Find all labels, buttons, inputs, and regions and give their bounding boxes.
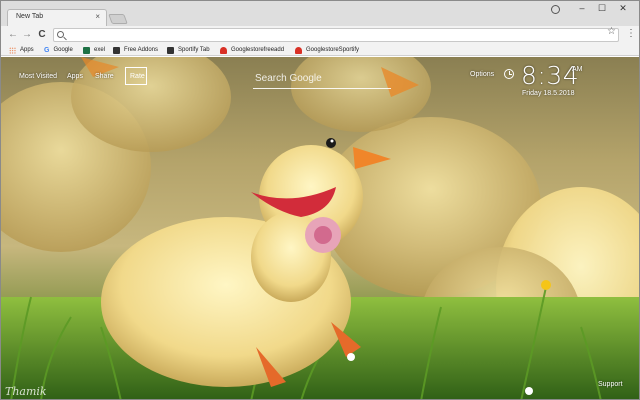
new-tab-page: Most Visited Apps Share Rate Options 8:3… — [1, 57, 639, 399]
clock-icon[interactable] — [504, 69, 514, 79]
minimize-button[interactable]: – — [573, 3, 591, 13]
support-link[interactable]: Support — [598, 381, 623, 388]
bookmark-googlestorefreeadd[interactable]: Googlestorefreeadd — [220, 45, 284, 55]
bookmark-label: Free Addons — [124, 47, 159, 53]
options-link[interactable]: Options — [470, 71, 494, 78]
new-tab-button[interactable] — [108, 14, 128, 24]
tab-strip: New Tab × – ☐ ✕ — [1, 1, 639, 26]
clock-time: 8:34 — [521, 61, 580, 90]
signature-watermark: Thamik — [5, 385, 47, 398]
profile-icon[interactable] — [551, 5, 560, 14]
bookmark-label: Apps — [20, 47, 34, 53]
close-icon[interactable]: × — [95, 12, 100, 21]
bookmark-google[interactable]: G Google — [44, 45, 73, 55]
tab-title: New Tab — [16, 13, 44, 20]
bookmark-apps[interactable]: Apps — [9, 45, 34, 55]
tab-new-tab[interactable]: New Tab × — [7, 9, 107, 26]
back-button[interactable]: ← — [7, 28, 19, 41]
sportify-icon — [167, 46, 174, 54]
store-icon — [295, 46, 302, 54]
browser-window: New Tab × – ☐ ✕ ← → C ☆ ⋮ Apps G Google … — [0, 0, 640, 400]
address-bar[interactable] — [53, 28, 619, 42]
share-link[interactable]: Share — [95, 73, 114, 80]
bookmark-exel[interactable]: exel — [83, 45, 105, 55]
google-icon: G — [44, 46, 50, 54]
bookmark-label: GooglestoreSportify — [306, 47, 360, 53]
menu-icon[interactable]: ⋮ — [626, 27, 636, 40]
bookmark-label: Sportify Tab — [178, 47, 210, 53]
browser-toolbar: ← → C ☆ ⋮ — [1, 26, 639, 44]
ducklings-background-image — [1, 57, 639, 399]
bookmarks-bar: Apps G Google exel Free Addons Sportify … — [1, 44, 639, 56]
bookmark-label: exel — [94, 47, 106, 53]
forward-button[interactable]: → — [21, 28, 33, 41]
reload-button[interactable]: C — [36, 28, 48, 41]
store-icon — [220, 46, 227, 54]
addons-icon — [113, 46, 120, 54]
clock-date: Friday 18.5.2018 — [522, 90, 575, 97]
google-search-box — [253, 67, 391, 89]
bookmark-googlestoresportify[interactable]: GooglestoreSportify — [295, 45, 359, 55]
most-visited-link[interactable]: Most Visited — [19, 73, 57, 80]
bookmark-free-addons[interactable]: Free Addons — [113, 45, 158, 55]
apps-grid-icon — [9, 46, 16, 54]
bookmark-sportify-tab[interactable]: Sportify Tab — [167, 45, 210, 55]
bookmark-label: Google — [53, 47, 73, 53]
maximize-button[interactable]: ☐ — [593, 3, 611, 14]
rate-label: Rate — [130, 73, 145, 80]
search-icon — [57, 31, 64, 38]
apps-link[interactable]: Apps — [67, 73, 83, 80]
bookmark-label: Googlestorefreeadd — [231, 47, 285, 53]
google-search-input[interactable] — [255, 69, 389, 87]
rate-button[interactable]: Rate — [125, 67, 147, 85]
excel-icon — [83, 46, 90, 54]
close-window-button[interactable]: ✕ — [614, 3, 632, 14]
bookmark-star-icon[interactable]: ☆ — [607, 26, 616, 37]
clock-ampm: AM — [572, 66, 583, 73]
